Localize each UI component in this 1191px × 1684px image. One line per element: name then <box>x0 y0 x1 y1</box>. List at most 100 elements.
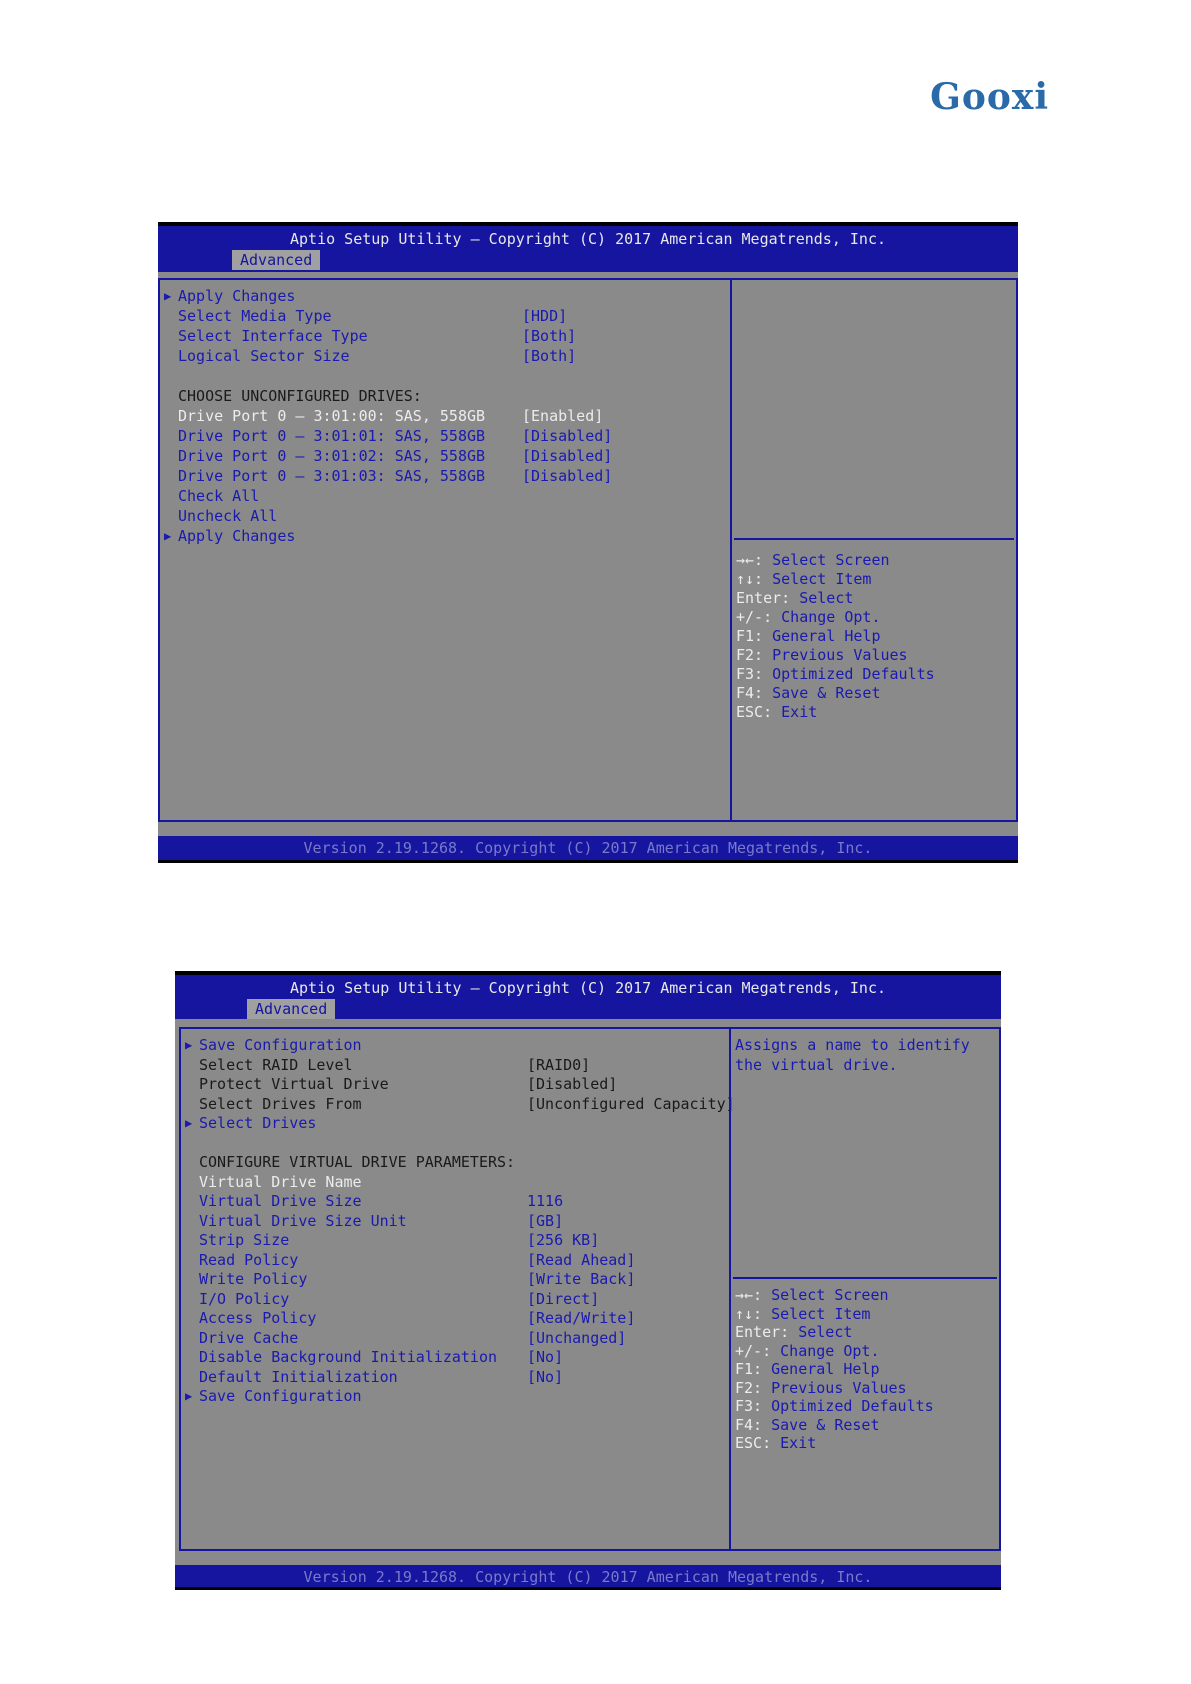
menu-item-value[interactable]: [No] <box>527 1367 563 1387</box>
menu-item-value[interactable]: [Disabled] <box>522 446 612 466</box>
help-line-select-item: ↑↓: Select Item <box>735 1304 870 1324</box>
help-key: ↑↓: <box>735 1304 763 1323</box>
menu-item-virtual-drive-size[interactable]: Virtual Drive Size 1116 <box>199 1191 563 1211</box>
menu-item-label: Select RAID Level <box>199 1055 353 1074</box>
menu-item-uncheck-all[interactable]: Uncheck All <box>178 506 277 526</box>
menu-item-label: Default Initialization <box>199 1367 398 1386</box>
menu-item-label: Virtual Drive Size <box>199 1192 362 1210</box>
menu-item-write-policy[interactable]: Write Policy [Write Back] <box>199 1269 635 1289</box>
help-text: Previous Values <box>763 646 908 664</box>
bios-screen-2: Aptio Setup Utility – Copyright (C) 2017… <box>175 971 1001 1590</box>
menu-item-value[interactable]: [HDD] <box>522 306 567 326</box>
menu-item-value[interactable]: [Both] <box>522 326 576 346</box>
menu-item-apply-changes[interactable]: ▶ Apply Changes <box>164 286 295 306</box>
help-key: ↑↓: <box>736 570 764 588</box>
menu-item-value[interactable]: [Disabled] <box>522 466 612 486</box>
menu-item-save-configuration[interactable]: ▶ Save Configuration <box>185 1386 362 1406</box>
menu-item-value[interactable]: [Both] <box>522 346 576 366</box>
menu-item-label: Strip Size <box>199 1231 290 1249</box>
menu-item-value[interactable]: [256 KB] <box>527 1230 599 1250</box>
menu-item-value[interactable]: [GB] <box>527 1211 563 1231</box>
help-key: F4: <box>735 1415 763 1434</box>
help-line-previous-values: F2: Previous Values <box>735 1378 907 1398</box>
menu-item-value[interactable]: [Disabled] <box>522 426 612 446</box>
menu-item-value[interactable]: [Direct] <box>527 1289 599 1309</box>
menu-item-access-policy[interactable]: Access Policy [Read/Write] <box>199 1308 635 1328</box>
menu-item-label: Select Media Type <box>178 307 332 325</box>
menu-item-read-policy[interactable]: Read Policy [Read Ahead] <box>199 1250 635 1270</box>
help-separator <box>733 1277 997 1279</box>
menu-item-i-o-policy[interactable]: I/O Policy [Direct] <box>199 1289 599 1309</box>
help-line-select-screen: →←: Select Screen <box>735 1285 889 1305</box>
bios-title: Aptio Setup Utility – Copyright (C) 2017… <box>158 226 1018 252</box>
menu-item-label: Read Policy <box>199 1250 299 1269</box>
help-key: F2: <box>736 646 764 664</box>
menu-item-label: Select Drives From <box>199 1094 362 1113</box>
menu-item-default-initialization[interactable]: Default Initialization [No] <box>199 1367 563 1387</box>
menu-item-strip-size[interactable]: Strip Size [256 KB] <box>199 1230 599 1250</box>
menu-item-value[interactable]: [Enabled] <box>522 406 603 426</box>
menu-item-label: Drive Port 0 – 3:01:01: SAS, 558GB <box>178 427 486 445</box>
help-text: Exit <box>771 1434 817 1452</box>
menu-item-label: Check All <box>178 487 260 505</box>
help-key: Enter: <box>736 589 791 607</box>
menu-item-value[interactable]: 1116 <box>527 1191 563 1211</box>
help-line-select: Enter: Select <box>735 1322 852 1342</box>
help-separator <box>734 538 1014 540</box>
bios-title: Aptio Setup Utility – Copyright (C) 2017… <box>175 975 1001 1001</box>
help-line-exit: ESC: Exit <box>736 702 817 722</box>
help-text: Save & Reset <box>763 684 881 702</box>
menu-item-value[interactable]: [Read/Write] <box>527 1308 635 1328</box>
help-text: Save & Reset <box>762 1415 880 1434</box>
menu-item-logical-sector-size[interactable]: Logical Sector Size [Both] <box>178 346 576 366</box>
menu-item-select-drives[interactable]: ▶ Select Drives <box>185 1113 316 1133</box>
menu-item-drive-port-0-3-01-00-sas-558gb[interactable]: Drive Port 0 – 3:01:00: SAS, 558GB [Enabl… <box>178 406 603 426</box>
item-description: Assigns a name to identify the virtual d… <box>735 1036 970 1074</box>
menu-item-value[interactable]: [RAID0] <box>527 1055 590 1075</box>
menu-item-protect-virtual-drive[interactable]: Protect Virtual Drive [Disabled] <box>199 1074 617 1094</box>
tab-bar: Advanced <box>175 999 1001 1019</box>
menu-item-drive-cache[interactable]: Drive Cache [Unchanged] <box>199 1328 626 1348</box>
menu-item-drive-port-0-3-01-02-sas-558gb[interactable]: Drive Port 0 – 3:01:02: SAS, 558GB [Disab… <box>178 446 612 466</box>
help-text: Optimized Defaults <box>763 665 935 683</box>
tab-advanced[interactable]: Advanced <box>232 250 321 270</box>
help-text: General Help <box>763 627 881 645</box>
menu-item-virtual-drive-name[interactable]: Virtual Drive Name <box>199 1172 362 1192</box>
menu-item-check-all[interactable]: Check All <box>178 486 259 506</box>
menu-item-value[interactable]: [Unconfigured Capacity] <box>527 1094 735 1114</box>
menu-item-label: CONFIGURE VIRTUAL DRIVE PARAMETERS: <box>199 1153 516 1171</box>
menu-item-select-media-type[interactable]: Select Media Type [HDD] <box>178 306 567 326</box>
menu-item-select-raid-level[interactable]: Select RAID Level [RAID0] <box>199 1055 590 1075</box>
help-key: ESC: <box>736 703 773 721</box>
submenu-arrow-icon: ▶ <box>164 529 172 543</box>
menu-item-label: Virtual Drive Size Unit <box>199 1211 407 1230</box>
menu-item-select-interface-type[interactable]: Select Interface Type [Both] <box>178 326 576 346</box>
menu-item-virtual-drive-size-unit[interactable]: Virtual Drive Size Unit [GB] <box>199 1211 563 1231</box>
menu-item-save-configuration[interactable]: ▶ Save Configuration <box>185 1035 362 1055</box>
help-key: →←: <box>736 551 764 569</box>
menu-item-value[interactable]: [Unchanged] <box>527 1328 626 1348</box>
menu-item-configure-virtual-drive-parameters: CONFIGURE VIRTUAL DRIVE PARAMETERS: <box>199 1152 515 1172</box>
menu-item-label: Save Configuration <box>199 1036 362 1054</box>
menu-item-disable-background-initialization[interactable]: Disable Background Initialization [No] <box>199 1347 563 1367</box>
help-line-save-reset: F4: Save & Reset <box>736 683 881 703</box>
help-text: Select Item <box>762 1304 871 1323</box>
menu-item-value[interactable]: [Disabled] <box>527 1074 617 1094</box>
help-key: ESC: <box>735 1434 772 1452</box>
menu-item-label: CHOOSE UNCONFIGURED DRIVES: <box>178 387 422 405</box>
submenu-arrow-icon: ▶ <box>185 1389 193 1403</box>
menu-item-select-drives-from[interactable]: Select Drives From [Unconfigured Capacity… <box>199 1094 735 1114</box>
menu-item-label: Write Policy <box>199 1270 308 1288</box>
menu-item-drive-port-0-3-01-03-sas-558gb[interactable]: Drive Port 0 – 3:01:03: SAS, 558GB [Disab… <box>178 466 612 486</box>
menu-item-label: Drive Port 0 – 3:01:00: SAS, 558GB <box>178 407 486 425</box>
tab-advanced[interactable]: Advanced <box>247 999 336 1019</box>
menu-item-drive-port-0-3-01-01-sas-558gb[interactable]: Drive Port 0 – 3:01:01: SAS, 558GB [Disab… <box>178 426 612 446</box>
menu-item-value[interactable]: [Write Back] <box>527 1269 635 1289</box>
menu-item-value[interactable]: [Read Ahead] <box>527 1250 635 1270</box>
menu-item-apply-changes[interactable]: ▶ Apply Changes <box>164 526 295 546</box>
menu-item-value[interactable]: [No] <box>527 1347 563 1367</box>
help-line-change-opt: +/-: Change Opt. <box>735 1341 880 1361</box>
menu-item-label: Drive Cache <box>199 1328 299 1347</box>
help-line-previous-values: F2: Previous Values <box>736 645 908 665</box>
help-key: F2: <box>735 1378 763 1397</box>
